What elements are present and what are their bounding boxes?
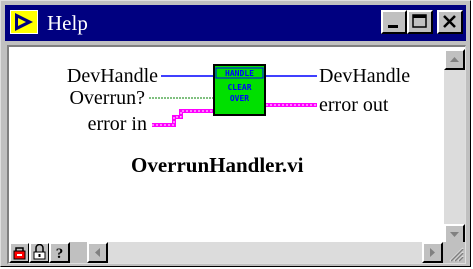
output-label-error-out: error out bbox=[319, 94, 389, 116]
arrow-down-icon bbox=[450, 232, 459, 237]
vertical-scrollbar[interactable] bbox=[444, 49, 465, 245]
scroll-left-button[interactable] bbox=[87, 242, 108, 263]
help-content-area: HANDLE CLEAR OVER DevHandle Overrun? err… bbox=[7, 45, 466, 264]
input-label-overrun: Overrun? bbox=[69, 87, 145, 109]
minimize-button[interactable] bbox=[381, 10, 407, 34]
error-in-wire bbox=[152, 109, 213, 127]
minimize-icon bbox=[388, 25, 398, 28]
lock-icon bbox=[13, 247, 26, 260]
close-button[interactable] bbox=[437, 10, 463, 34]
vi-icon-line-1: HANDLE bbox=[225, 69, 254, 78]
arrow-left-icon bbox=[95, 248, 100, 257]
lock-help-button[interactable] bbox=[29, 242, 50, 263]
svg-text:?: ? bbox=[56, 246, 64, 261]
input-label-devhandle: DevHandle bbox=[66, 65, 158, 87]
scroll-right-button[interactable] bbox=[422, 242, 443, 263]
arrow-right-icon bbox=[430, 248, 435, 257]
vi-icon-line-3: OVER bbox=[230, 94, 249, 103]
simple-diagram-button[interactable] bbox=[9, 242, 30, 263]
resize-grip[interactable] bbox=[444, 242, 465, 263]
scroll-up-button[interactable] bbox=[444, 49, 465, 70]
resize-grip-icon bbox=[449, 247, 464, 262]
output-label-devhandle: DevHandle bbox=[319, 65, 411, 87]
connector-pane-diagram: HANDLE CLEAR OVER DevHandle Overrun? err… bbox=[11, 49, 447, 245]
horizontal-scrollbar[interactable] bbox=[87, 242, 443, 263]
maximize-button[interactable] bbox=[407, 10, 433, 34]
question-icon: ? bbox=[56, 246, 64, 262]
lock-icon bbox=[33, 243, 46, 260]
title-bar[interactable]: Help bbox=[5, 5, 466, 41]
vi-icon-line-2: CLEAR bbox=[227, 83, 251, 92]
online-help-button[interactable]: ? bbox=[49, 242, 70, 263]
help-window: Help HANDLE CLEAR OVER DevHandle Overrun… bbox=[0, 0, 471, 267]
help-toolbar: ? bbox=[9, 242, 465, 263]
labview-help-icon bbox=[10, 10, 38, 34]
window-title: Help bbox=[47, 11, 88, 35]
arrow-up-icon bbox=[450, 57, 459, 62]
vi-name: OverrunHandler.vi bbox=[131, 153, 304, 177]
close-icon bbox=[443, 15, 456, 28]
maximize-icon bbox=[412, 14, 427, 28]
input-label-error-in: error in bbox=[87, 113, 147, 135]
